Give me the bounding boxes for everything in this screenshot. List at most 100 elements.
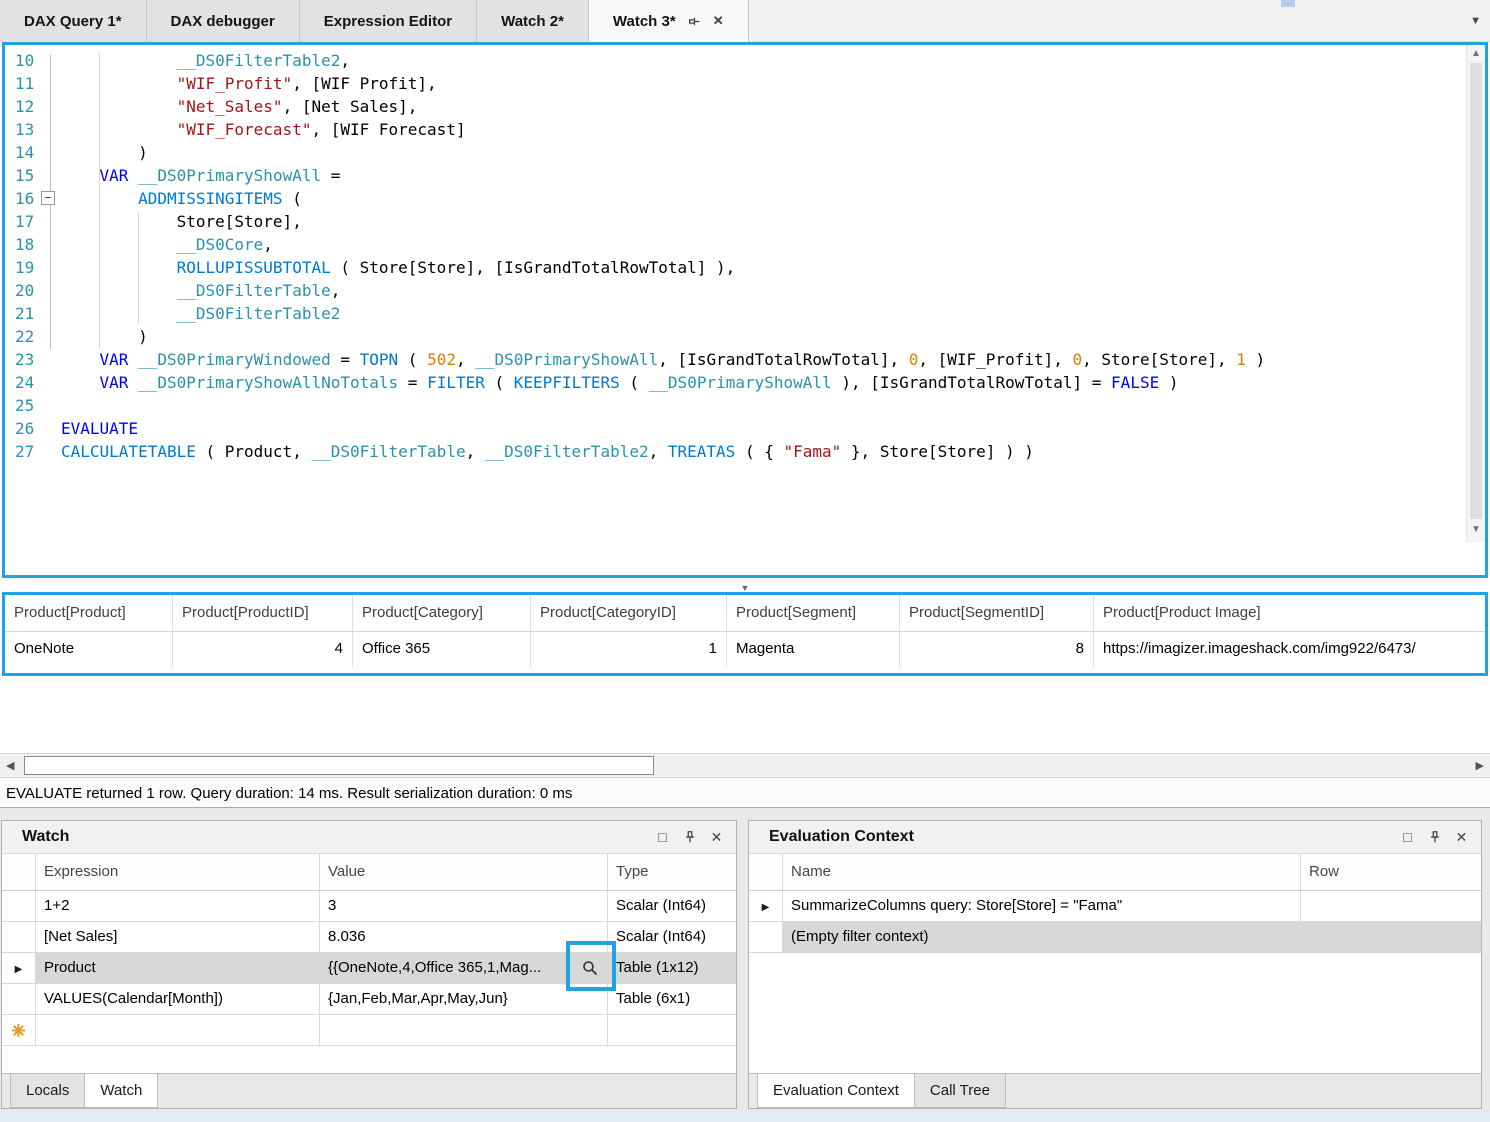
row-header-column bbox=[749, 854, 783, 890]
watch-type bbox=[608, 1015, 736, 1045]
magnifier-icon[interactable] bbox=[581, 959, 599, 977]
code-line: 23 VAR __DS0PrimaryWindowed = TOPN ( 502… bbox=[5, 348, 1463, 371]
results-column-header: Product[Product Image] bbox=[1094, 595, 1485, 631]
line-number: 19 bbox=[5, 256, 39, 279]
evaluation-context-row[interactable]: ▶ SummarizeColumns query: Store[Store] = … bbox=[749, 891, 1481, 922]
close-icon[interactable]: ✕ bbox=[703, 829, 730, 846]
watch-expression[interactable]: [Net Sales] bbox=[36, 922, 320, 952]
watch-value[interactable]: {Jan,Feb,Mar,Apr,May,Jun} bbox=[320, 984, 608, 1014]
tab-expression-editor[interactable]: Expression Editor bbox=[300, 0, 477, 42]
watch-value[interactable] bbox=[320, 1015, 608, 1045]
watch-panel-title: Watch bbox=[22, 828, 649, 846]
expand-icon[interactable]: ▶ bbox=[15, 964, 23, 975]
context-name: SummarizeColumns query: Store[Store] = "… bbox=[783, 891, 1301, 921]
code-line: 20 __DS0FilterTable, bbox=[5, 279, 1463, 302]
scroll-down-icon[interactable]: ▼ bbox=[1467, 524, 1485, 535]
pane-splitter[interactable]: ▼ bbox=[2, 578, 1488, 592]
float-window-icon[interactable]: □ bbox=[649, 829, 676, 845]
column-header-type[interactable]: Type bbox=[608, 854, 736, 890]
vertical-scrollbar-thumb[interactable] bbox=[1470, 63, 1482, 519]
line-number: 25 bbox=[5, 394, 39, 417]
watch-expression[interactable] bbox=[36, 1015, 320, 1045]
close-icon[interactable]: ✕ bbox=[1448, 829, 1475, 846]
column-header-value[interactable]: Value bbox=[320, 854, 608, 890]
watch-tab-watch[interactable]: Watch bbox=[84, 1074, 158, 1108]
dax-code-editor[interactable]: 10 __DS0FilterTable2,11 "WIF_Profit", [W… bbox=[2, 42, 1488, 578]
tab-list-dropdown-icon[interactable]: ▼ bbox=[1470, 15, 1481, 27]
watch-tab-locals[interactable]: Locals bbox=[10, 1074, 85, 1108]
results-data-row[interactable]: OneNote4Office 3651Magenta8https://imagi… bbox=[5, 632, 1485, 667]
evaluation-context-panel-title: Evaluation Context bbox=[769, 828, 1394, 846]
fold-margin bbox=[39, 279, 61, 302]
results-cell: Magenta bbox=[727, 632, 900, 667]
evaluation-context-panel: Evaluation Context □ ✕ Name Row ▶ Summari… bbox=[748, 820, 1482, 1109]
code-line: 18 __DS0Core, bbox=[5, 233, 1463, 256]
code-line: 15 VAR __DS0PrimaryShowAll = bbox=[5, 164, 1463, 187]
watch-panel: Watch □ ✕ Expression Value Type 1+23Scal… bbox=[1, 820, 737, 1109]
watch-row[interactable]: VALUES(Calendar[Month]){Jan,Feb,Mar,Apr,… bbox=[2, 984, 736, 1015]
watch-expression[interactable]: VALUES(Calendar[Month]) bbox=[36, 984, 320, 1014]
fold-margin bbox=[39, 118, 61, 141]
fold-margin bbox=[39, 325, 61, 348]
pin-icon[interactable] bbox=[676, 830, 703, 844]
code-text: ) bbox=[61, 141, 1463, 164]
scroll-left-icon[interactable]: ◀ bbox=[6, 759, 14, 772]
column-header-name[interactable]: Name bbox=[783, 854, 1301, 890]
fold-margin bbox=[39, 302, 61, 325]
context-tab-evaluation-context[interactable]: Evaluation Context bbox=[757, 1074, 915, 1108]
watch-expression[interactable]: Product bbox=[36, 953, 320, 983]
fold-collapse-icon[interactable]: − bbox=[41, 191, 55, 205]
line-number: 12 bbox=[5, 95, 39, 118]
results-column-header: Product[Product] bbox=[5, 595, 173, 631]
watch-row[interactable]: [Net Sales]8.036Scalar (Int64) bbox=[2, 922, 736, 953]
context-row-head: ▶ bbox=[749, 891, 783, 921]
watch-value[interactable]: {{OneNote,4,Office 365,1,Mag... bbox=[320, 953, 608, 983]
context-tab-call-tree[interactable]: Call Tree bbox=[914, 1074, 1006, 1108]
editor-vertical-scrollbar[interactable]: ▲ ▼ bbox=[1466, 45, 1485, 542]
evaluation-context-row[interactable]: (Empty filter context) bbox=[749, 922, 1481, 953]
context-row-head bbox=[749, 922, 783, 952]
watch-expression[interactable]: 1+2 bbox=[36, 891, 320, 921]
watch-value[interactable]: 8.036 bbox=[320, 922, 608, 952]
column-header-expression[interactable]: Expression bbox=[36, 854, 320, 890]
tab-watch-2[interactable]: Watch 2* bbox=[477, 0, 589, 42]
tab-watch-3[interactable]: Watch 3*✕ bbox=[589, 0, 749, 42]
line-number: 20 bbox=[5, 279, 39, 302]
bottom-strip bbox=[0, 1112, 1490, 1122]
column-header-row[interactable]: Row bbox=[1301, 854, 1481, 890]
code-text: VAR __DS0PrimaryShowAll = bbox=[61, 164, 1463, 187]
code-line: 21 __DS0FilterTable2 bbox=[5, 302, 1463, 325]
expand-icon[interactable]: ▶ bbox=[762, 902, 770, 913]
line-number: 18 bbox=[5, 233, 39, 256]
results-column-header: Product[Category] bbox=[353, 595, 531, 631]
code-line: 24 VAR __DS0PrimaryShowAllNoTotals = FIL… bbox=[5, 371, 1463, 394]
tab-dax-query-1[interactable]: DAX Query 1* bbox=[0, 0, 147, 42]
scroll-up-icon[interactable]: ▲ bbox=[1467, 48, 1485, 59]
watch-type: Scalar (Int64) bbox=[608, 891, 736, 921]
watch-row-head: ▶ bbox=[2, 953, 36, 983]
results-header-row: Product[Product]Product[ProductID]Produc… bbox=[5, 595, 1485, 632]
code-text: ADDMISSINGITEMS ( bbox=[61, 187, 1463, 210]
horizontal-scrollbar-thumb[interactable] bbox=[24, 756, 654, 775]
pin-icon[interactable] bbox=[688, 15, 701, 28]
watch-type: Scalar (Int64) bbox=[608, 922, 736, 952]
tab-bar: DAX Query 1*DAX debuggerExpression Edito… bbox=[0, 0, 1490, 42]
code-text: __DS0Core, bbox=[61, 233, 1463, 256]
close-tab-icon[interactable]: ✕ bbox=[713, 13, 724, 29]
fold-margin bbox=[39, 141, 61, 164]
scroll-right-icon[interactable]: ▶ bbox=[1476, 759, 1484, 772]
watch-value[interactable]: 3 bbox=[320, 891, 608, 921]
results-horizontal-scrollbar[interactable]: ◀ ▶ bbox=[0, 753, 1490, 778]
watch-type: Table (6x1) bbox=[608, 984, 736, 1014]
line-number: 17 bbox=[5, 210, 39, 233]
code-line: 17 Store[Store], bbox=[5, 210, 1463, 233]
code-text: VAR __DS0PrimaryShowAllNoTotals = FILTER… bbox=[61, 371, 1463, 394]
tab-dax-debugger[interactable]: DAX debugger bbox=[147, 0, 300, 42]
watch-row[interactable]: ▶Product{{OneNote,4,Office 365,1,Mag...T… bbox=[2, 953, 736, 984]
results-grid: Product[Product]Product[ProductID]Produc… bbox=[2, 592, 1488, 676]
line-number: 13 bbox=[5, 118, 39, 141]
float-window-icon[interactable]: □ bbox=[1394, 829, 1421, 845]
watch-row[interactable] bbox=[2, 1015, 736, 1046]
pin-icon[interactable] bbox=[1421, 830, 1448, 844]
watch-row[interactable]: 1+23Scalar (Int64) bbox=[2, 891, 736, 922]
